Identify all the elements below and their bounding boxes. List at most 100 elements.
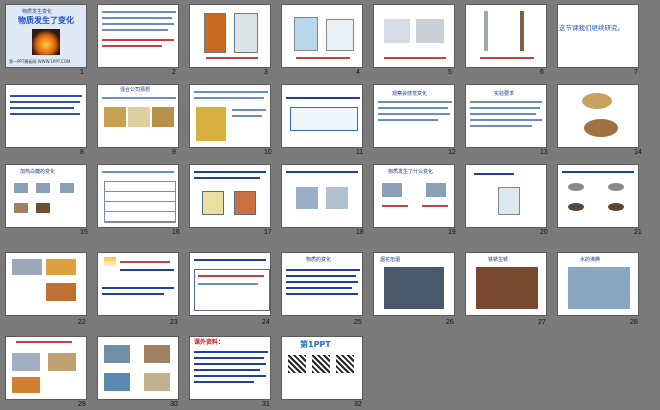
slide-number: 12	[448, 149, 456, 156]
slide-thumb-7[interactable]: 这节课我们继续研究。	[557, 4, 639, 68]
tube-image	[296, 187, 318, 209]
slide-number: 3	[264, 69, 268, 76]
slide-number: 2	[172, 69, 176, 76]
slide-thumb-5[interactable]	[373, 4, 455, 68]
beans-image	[152, 107, 174, 127]
slide-number: 17	[264, 229, 272, 236]
beaker-image	[498, 187, 520, 215]
slide-thumb-26[interactable]: 烟花焰烟	[373, 252, 455, 316]
slide-thumb-32[interactable]: 第1PPT	[281, 336, 363, 400]
container-image	[202, 191, 224, 215]
spoon-image	[568, 203, 584, 211]
slide-25-title: 物质的变化	[306, 257, 332, 263]
beans-image	[104, 107, 126, 127]
spoon-image	[582, 93, 612, 109]
slide-thumb-15[interactable]: 加热白糖的变化	[5, 164, 87, 228]
match-image	[384, 19, 410, 43]
jar-image	[204, 13, 226, 53]
slide-thumb-24[interactable]	[189, 252, 271, 316]
slide-thumb-8[interactable]	[5, 84, 87, 148]
match-image	[416, 19, 444, 43]
slide-thumb-19[interactable]: 物质发生了什么变化	[373, 164, 455, 228]
slide-number: 1	[80, 69, 84, 76]
slide-number: 18	[356, 229, 364, 236]
slide-thumb-20[interactable]	[465, 164, 547, 228]
slide-15-title: 加热白糖的变化	[20, 169, 56, 175]
slide-thumb-4[interactable]	[281, 4, 363, 68]
slide-number: 28	[630, 319, 638, 326]
slide-26-title: 烟花焰烟	[380, 257, 401, 263]
slide-thumb-14[interactable]	[557, 84, 639, 148]
slide-number: 14	[634, 149, 642, 156]
slide-thumb-1[interactable]: 物质发生变化 物质发生了变化 第一PPT模板网-WWW.1PPT.COM	[5, 4, 87, 68]
candle-image	[32, 29, 60, 55]
photo-image	[144, 345, 170, 363]
slide-thumb-28[interactable]: 水的沸腾	[557, 252, 639, 316]
flame-image	[46, 283, 76, 301]
slide-thumb-6[interactable]	[465, 4, 547, 68]
slide-number: 23	[170, 319, 178, 326]
slide-thumb-16[interactable]	[97, 164, 179, 228]
slide-thumb-9[interactable]: 混合公司猜想	[97, 84, 179, 148]
slide-number: 31	[262, 401, 270, 408]
qr-code-image	[312, 355, 330, 373]
slide-number: 20	[540, 229, 548, 236]
heating-image	[60, 183, 74, 193]
slide-7-title: 这节课我们继续研究。	[559, 24, 624, 32]
slide-28-title: 水的沸腾	[580, 257, 601, 263]
spoon-image	[12, 259, 42, 275]
photo-image	[12, 377, 40, 393]
slide-number: 5	[448, 69, 452, 76]
beaker-image	[326, 19, 354, 51]
slide-thumb-10[interactable]	[189, 84, 271, 148]
heating-image	[14, 183, 28, 193]
slide-19-title: 物质发生了什么变化	[388, 169, 434, 175]
slide-thumb-11[interactable]	[281, 84, 363, 148]
slide-thumb-31[interactable]: 课外资料：	[189, 336, 271, 400]
water-image	[568, 267, 630, 309]
slide-number: 13	[540, 149, 548, 156]
qr-code-image	[288, 355, 306, 373]
slide-thumb-30[interactable]	[97, 336, 179, 400]
slide-thumb-2[interactable]	[97, 4, 179, 68]
slide-thumb-12[interactable]: 观察会感觉变化	[373, 84, 455, 148]
slide-number: 21	[634, 229, 642, 236]
spoon-image	[568, 183, 584, 191]
slide-number: 22	[78, 319, 86, 326]
slide-number: 10	[264, 149, 272, 156]
slide-thumb-23[interactable]	[97, 252, 179, 316]
slide-thumb-21[interactable]	[557, 164, 639, 228]
slide-thumb-18[interactable]	[281, 164, 363, 228]
photo-image	[104, 345, 130, 363]
photo-image	[104, 373, 130, 391]
slide-9-title: 混合公司猜想	[120, 87, 151, 93]
slide-thumb-29[interactable]	[5, 336, 87, 400]
slide-27-title: 铁锈生锈	[488, 257, 509, 263]
slide-number: 32	[354, 401, 362, 408]
slide-thumb-17[interactable]	[189, 164, 271, 228]
slide-number: 4	[356, 69, 360, 76]
slide-32-title: 第1PPT	[300, 340, 331, 349]
slide-13-title: 实验要求	[494, 91, 515, 97]
slide-number: 7	[634, 69, 638, 76]
experiment-image	[426, 183, 446, 197]
slide-number: 6	[540, 69, 544, 76]
slide-thumb-27[interactable]: 铁锈生锈	[465, 252, 547, 316]
slide-thumb-3[interactable]	[189, 4, 271, 68]
candle-image	[104, 257, 116, 275]
grain-image	[196, 107, 226, 141]
tube-image	[520, 11, 524, 51]
slide-number: 8	[80, 149, 84, 156]
beaker-image	[294, 17, 318, 51]
flame-image	[46, 259, 76, 275]
slide-1-subtitle: 第一PPT模板网-WWW.1PPT.COM	[9, 59, 71, 64]
text-box	[290, 107, 358, 131]
slide-thumb-13[interactable]: 实验要求	[465, 84, 547, 148]
slide-number: 11	[356, 149, 364, 156]
qr-code-image	[336, 355, 354, 373]
spoon-image	[608, 203, 624, 211]
slide-thumb-22[interactable]	[5, 252, 87, 316]
slide-thumb-25[interactable]: 物质的变化	[281, 252, 363, 316]
slide-1-title: 物质发生了变化	[18, 16, 74, 25]
slide-31-title: 课外资料：	[194, 339, 225, 346]
